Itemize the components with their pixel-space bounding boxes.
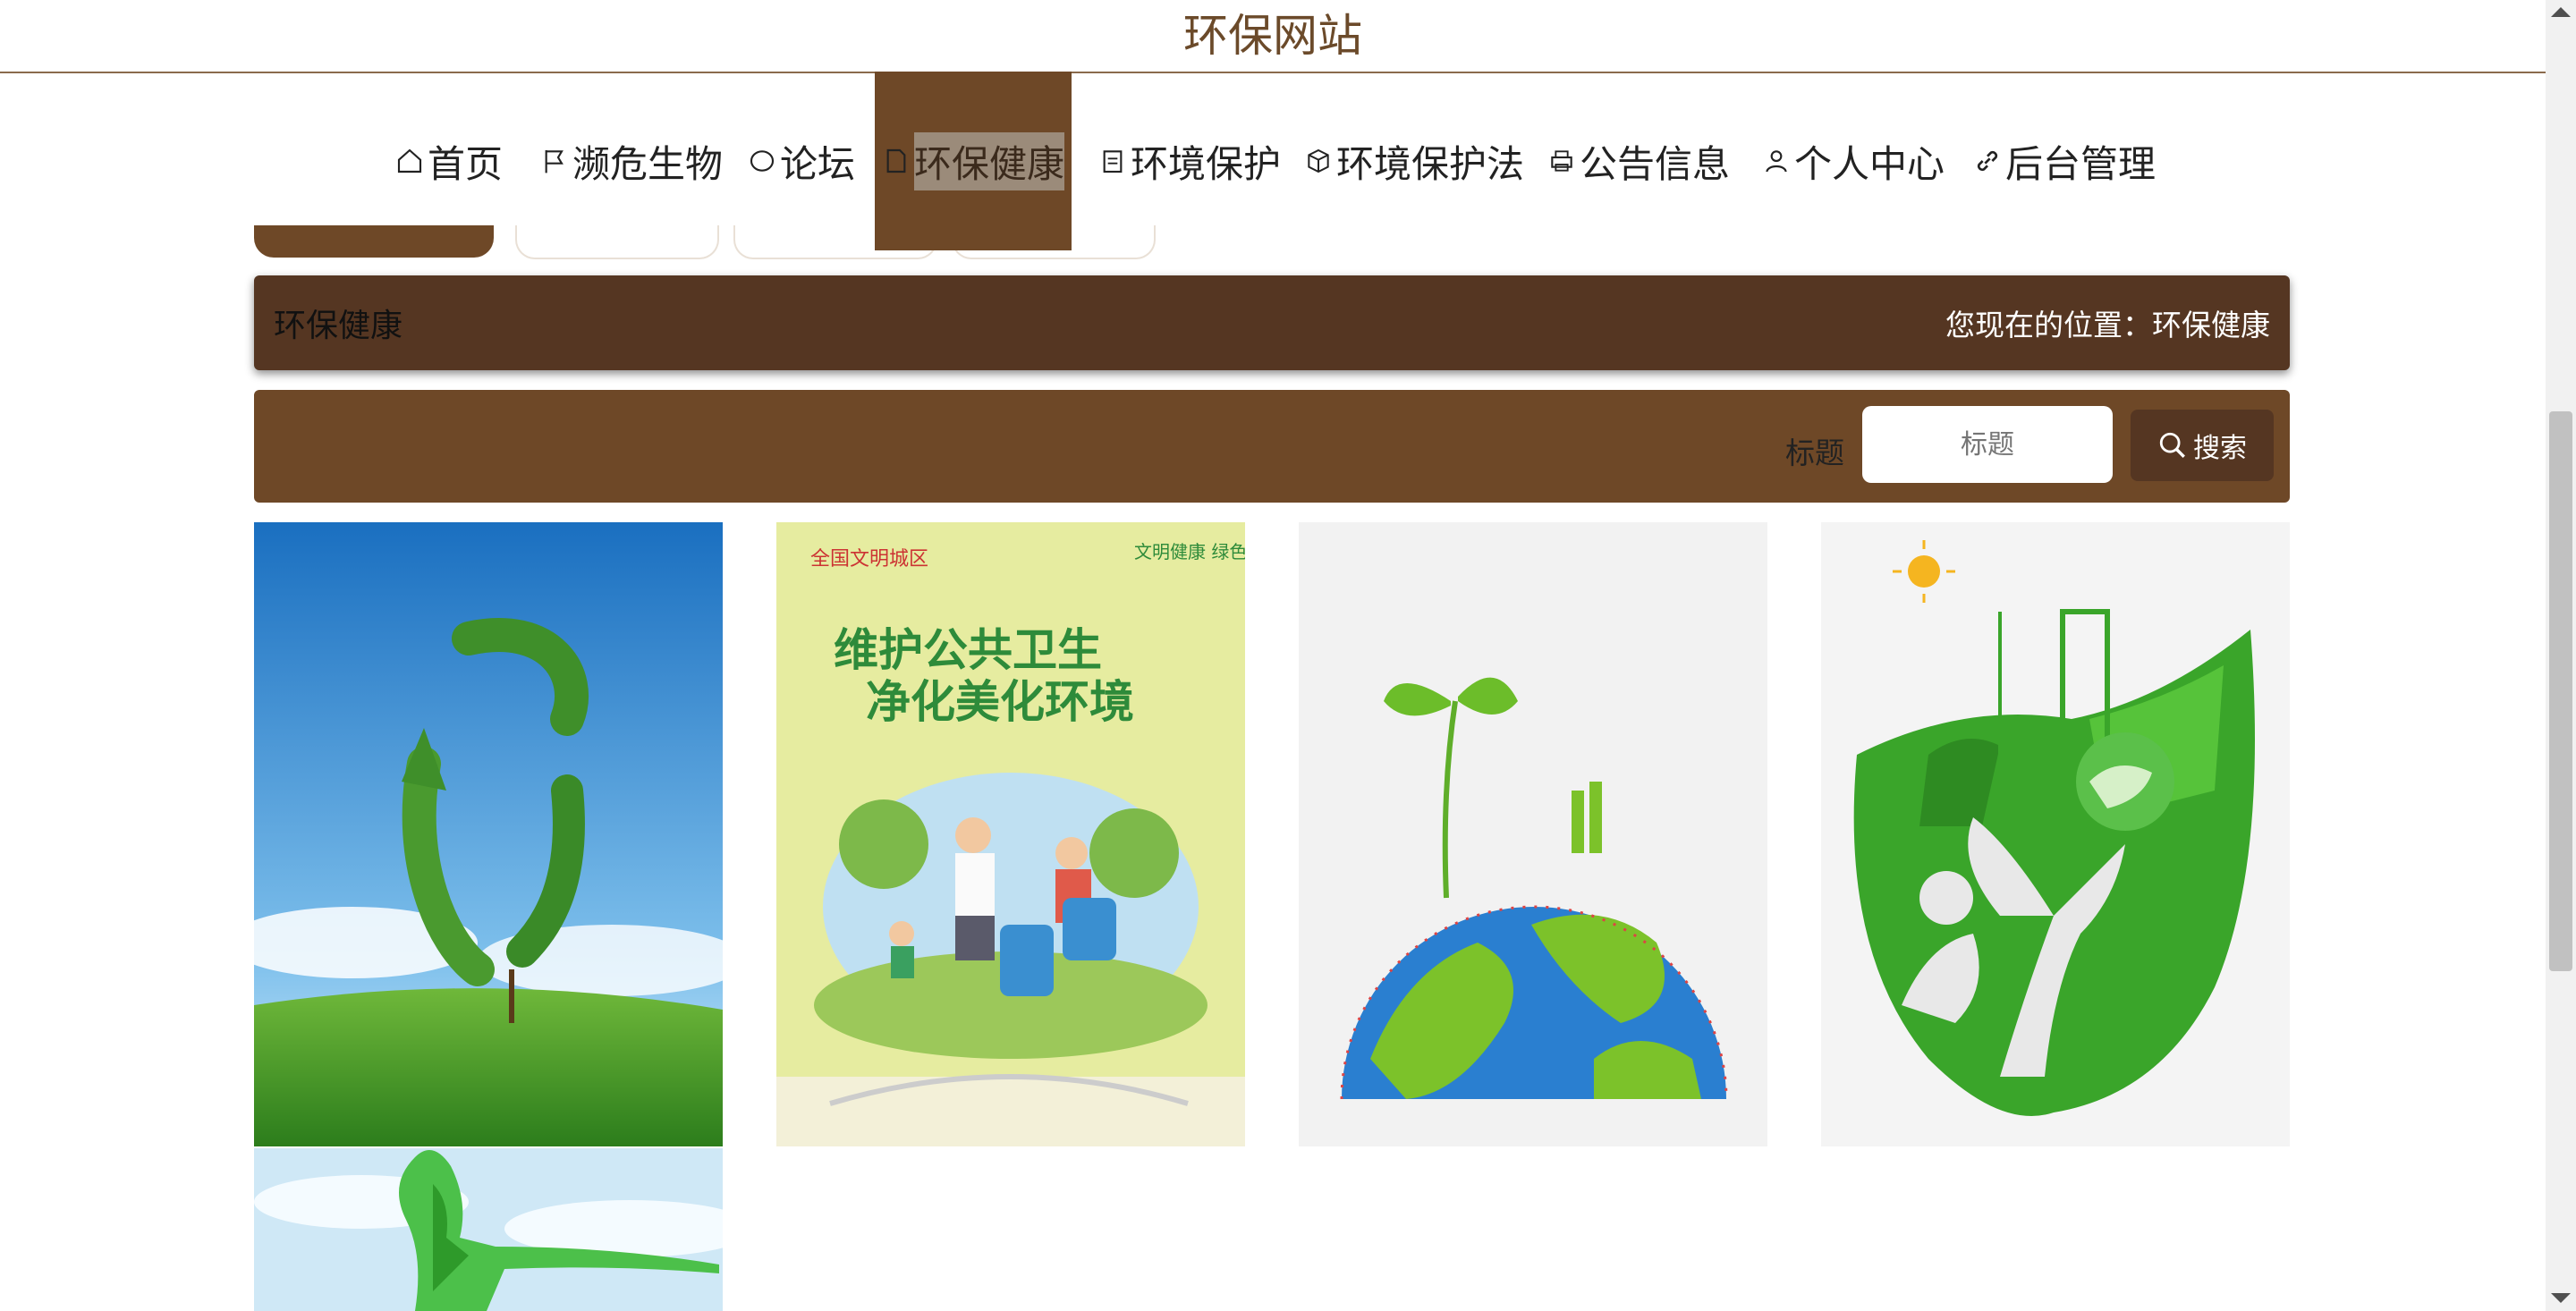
scroll-up-arrow-icon[interactable] xyxy=(2551,7,2571,17)
nav-label: 个人中心 xyxy=(1794,141,1945,186)
article-image xyxy=(254,522,723,1146)
nav-item-home[interactable]: 首页 xyxy=(395,72,503,250)
article-image xyxy=(1299,522,1767,1146)
article-card[interactable] xyxy=(1821,522,2290,1146)
breadcrumb: 您现在的位置：环保健康 xyxy=(1945,308,2270,343)
search-button[interactable]: 搜索 xyxy=(2131,410,2274,481)
user-icon xyxy=(1766,150,1787,173)
breadcrumb-bar: 环保健康 您现在的位置：环保健康 xyxy=(254,275,2290,370)
link-icon xyxy=(1977,150,1998,172)
nav-label: 环保健康 xyxy=(913,131,1064,190)
search-icon xyxy=(2159,432,2185,458)
search-button-label: 搜索 xyxy=(2193,433,2247,464)
poster-corner-right: 文明健康 绿色环保 xyxy=(1134,541,1245,562)
nav-label: 濒危生物 xyxy=(572,141,724,186)
article-card[interactable] xyxy=(254,1148,723,1311)
nav-label: 公告信息 xyxy=(1580,141,1731,186)
flag-icon xyxy=(545,150,564,173)
article-image xyxy=(254,1148,723,1311)
nav-label: 环境保护法 xyxy=(1336,141,1525,186)
scroll-down-arrow-icon[interactable] xyxy=(2551,1293,2571,1303)
section-title: 环保健康 xyxy=(274,308,403,344)
chat-icon xyxy=(750,150,775,172)
main-nav: 首页 濒危生物 论坛 环保健康 环境保护 环境保护法 公告信息 个人中心 后台管… xyxy=(0,72,2546,250)
cube-icon xyxy=(1308,148,1329,173)
site-title: 环保网站 xyxy=(0,0,2546,73)
article-card[interactable]: 全国文明城区 文明健康 绿色环保 维护公共卫生 净化美化环境 xyxy=(776,522,1245,1146)
nav-item-health[interactable]: 环保健康 xyxy=(875,72,1072,250)
nav-item-endangered[interactable]: 濒危生物 xyxy=(540,72,723,250)
clipboard-icon xyxy=(1103,150,1123,173)
poster-line1: 维护公共卫生 xyxy=(834,624,1102,676)
article-image xyxy=(1821,522,2290,1146)
poster-corner-left: 全国文明城区 xyxy=(810,548,928,571)
nav-item-forum[interactable]: 论坛 xyxy=(748,72,855,250)
nav-item-admin[interactable]: 后台管理 xyxy=(1973,72,2156,250)
nav-label: 环境保护 xyxy=(1131,141,1282,186)
scrollbar-thumb[interactable] xyxy=(2549,411,2572,971)
nav-label: 论坛 xyxy=(780,141,856,186)
nav-label: 首页 xyxy=(428,141,504,186)
search-bar: 标题 搜索 xyxy=(254,390,2290,503)
search-input[interactable] xyxy=(1862,406,2113,483)
nav-item-announcement[interactable]: 公告信息 xyxy=(1547,72,1730,250)
document-icon xyxy=(886,148,906,173)
nav-item-profile[interactable]: 个人中心 xyxy=(1762,72,1945,250)
poster-line2: 净化美化环境 xyxy=(866,676,1134,728)
nav-label: 后台管理 xyxy=(2005,141,2157,186)
article-card[interactable] xyxy=(254,522,723,1146)
printer-icon xyxy=(1551,150,1572,172)
nav-item-law[interactable]: 环境保护法 xyxy=(1304,72,1524,250)
search-label: 标题 xyxy=(1785,436,1844,470)
nav-item-environment[interactable]: 环境保护 xyxy=(1098,72,1281,250)
article-card[interactable] xyxy=(1299,522,1767,1146)
article-image: 全国文明城区 文明健康 绿色环保 维护公共卫生 净化美化环境 xyxy=(776,522,1245,1146)
home-icon xyxy=(397,148,422,173)
